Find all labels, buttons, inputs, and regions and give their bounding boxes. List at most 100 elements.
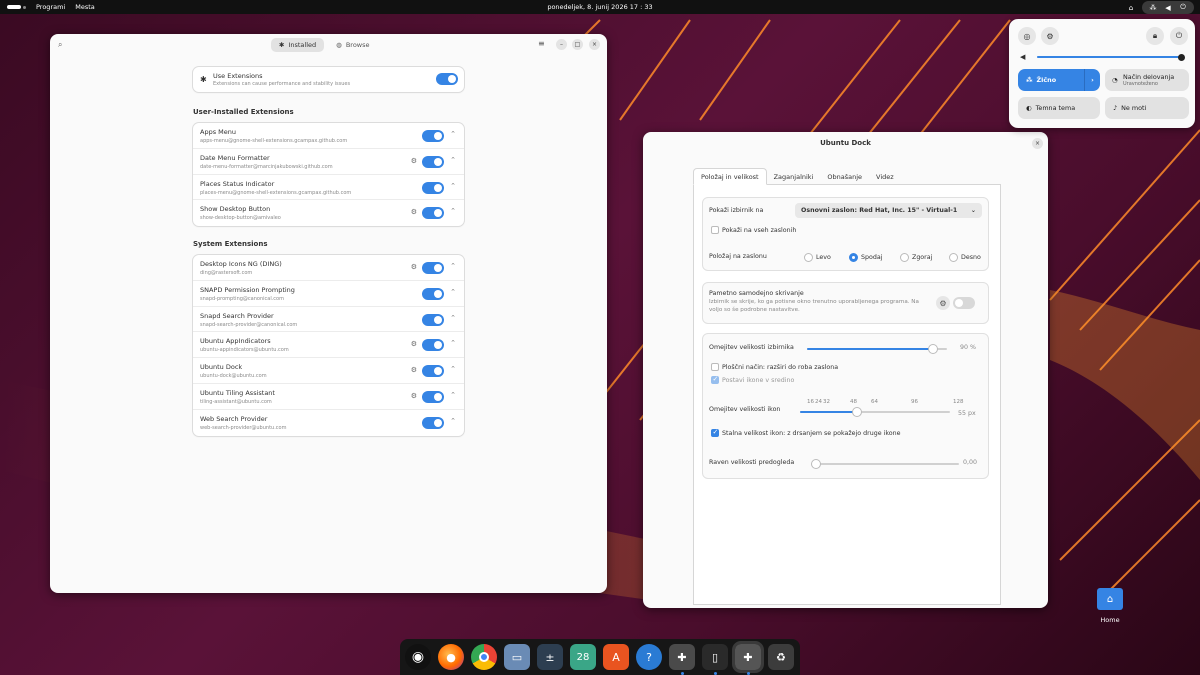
programs-menu[interactable]: Programi [36,3,65,11]
maximize-button[interactable]: □ [572,39,583,50]
chevron-right-icon[interactable]: › [1084,69,1100,91]
position-bottom-radio[interactable] [849,253,858,262]
extensions-icon[interactable]: ✚ [669,644,695,675]
chevron-up-icon[interactable]: ⌃ [450,365,456,373]
position-left-radio[interactable] [804,253,813,262]
chevron-up-icon[interactable]: ⌃ [450,207,456,215]
center-icons-checkbox[interactable] [711,375,719,384]
trash-icon[interactable]: ♻ [768,644,794,670]
show-desktop-icon[interactable]: ⌂ [1126,2,1136,13]
do-not-disturb-toggle[interactable]: ♪ Ne moti [1105,97,1189,119]
all-monitors-checkbox[interactable] [711,226,719,234]
close-button[interactable]: × [1032,138,1043,149]
tab-appearance[interactable]: Videz [869,168,901,185]
tab-installed[interactable]: ✱ Installed [271,38,325,52]
extension-row[interactable]: Places Status Indicator places-menu@gnome… [193,175,464,201]
calculator-icon[interactable]: ± [537,644,563,670]
icon-size-slider[interactable] [800,407,950,417]
menu-icon[interactable]: ≡ [538,39,545,48]
panel-mode-checkbox[interactable] [711,363,719,371]
extension-toggle[interactable] [422,181,444,194]
power-mode-toggle[interactable]: ◔ Način delovanja Uravnoteženo [1105,69,1189,91]
power-icon[interactable]: ⏻ [1170,27,1188,45]
gear-icon[interactable]: ⚙ [411,157,417,165]
extension-toggle[interactable] [422,207,444,220]
minimize-button[interactable]: – [556,39,567,50]
workspace-dot[interactable] [23,5,26,9]
extension-row[interactable]: SNAPD Permission Prompting snapd-promptin… [193,281,464,307]
help-icon[interactable]: ? [636,644,662,670]
lock-icon[interactable]: 🔒︎ [1146,27,1164,45]
fixed-icon-size-checkbox[interactable] [711,428,719,437]
chevron-up-icon[interactable]: ⌃ [450,339,456,347]
system-tray[interactable]: ⁂ ◀ ⏻ [1142,1,1194,14]
extension-row[interactable]: Ubuntu Dock ubuntu-dock@ubuntu.com ⚙ ⌃ [193,358,464,384]
chevron-up-icon[interactable]: ⌃ [450,130,456,138]
dock-size-slider[interactable] [807,344,947,354]
extension-row[interactable]: Show Desktop Button show-desktop-button@a… [193,200,464,226]
chevron-up-icon[interactable]: ⌃ [450,417,456,425]
gear-icon[interactable]: ⚙ [411,263,417,271]
extension-toggle[interactable] [422,416,444,429]
use-extensions-toggle[interactable] [436,73,458,85]
extension-row[interactable]: Web Search Provider web-search-provider@u… [193,410,464,436]
extension-toggle[interactable] [422,155,444,168]
chevron-up-icon[interactable]: ⌃ [450,314,456,322]
screenshot-icon[interactable]: ◎ [1018,27,1036,45]
files-icon[interactable]: ▭ [504,644,530,670]
extension-row[interactable]: Snapd Search Provider snapd-search-provid… [193,307,464,333]
position-top-radio[interactable] [900,253,909,262]
icon-size-knob[interactable] [852,407,862,417]
clock[interactable]: ponedeljek, 8. junij 2026 17 : 33 [547,3,652,11]
preview-size-slider[interactable] [811,459,959,469]
extension-row[interactable]: Apps Menu apps-menu@gnome-shell-extension… [193,123,464,149]
firefox-icon[interactable]: ● [438,644,464,670]
calendar-icon[interactable]: 28 [570,644,596,670]
extension-toggle[interactable] [422,130,444,142]
chevron-up-icon[interactable]: ⌃ [450,156,456,164]
chevron-up-icon[interactable]: ⌃ [450,391,456,399]
places-menu[interactable]: Mesta [75,3,95,11]
extensions-active-icon[interactable]: ✚ [732,641,764,675]
tab-behavior[interactable]: Obnašanje [820,168,869,185]
extension-toggle[interactable] [422,390,444,403]
extension-row[interactable]: Date Menu Formatter date-menu-formatter@m… [193,149,464,175]
usb-icon[interactable]: ▯ [702,644,728,675]
monitor-dropdown[interactable]: Osnovni zaslon: Red Hat, Inc. 15" - Virt… [795,203,982,218]
tab-position-size[interactable]: Položaj in velikost [693,168,767,185]
extension-row[interactable]: Desktop Icons NG (DING) ding@rastersoft.c… [193,255,464,281]
extension-toggle[interactable] [422,313,444,326]
home-folder[interactable]: ⌂ Home [1094,588,1126,624]
settings-icon[interactable]: ⚙ [1041,27,1059,45]
extension-row[interactable]: Ubuntu Tiling Assistant tiling-assistant@… [193,384,464,410]
chevron-up-icon[interactable]: ⌃ [450,182,456,190]
gear-icon[interactable]: ⚙ [411,366,417,374]
tab-browse[interactable]: ◍ Browse [328,38,377,52]
extension-toggle[interactable] [422,262,444,274]
chevron-up-icon[interactable]: ⌃ [450,288,456,296]
workspace-indicator[interactable] [7,5,21,9]
extension-toggle[interactable] [422,287,444,300]
volume-slider[interactable] [1037,53,1185,61]
position-right-radio[interactable] [949,253,958,262]
gear-icon[interactable]: ⚙ [936,296,950,310]
volume-knob[interactable] [1178,53,1185,61]
preview-size-knob[interactable] [811,459,821,469]
gear-icon[interactable]: ⚙ [411,208,417,216]
tab-launchers[interactable]: Zaganjalniki [767,168,821,185]
gear-icon[interactable]: ⚙ [411,340,417,348]
dock-size-knob[interactable] [928,344,938,354]
chrome-icon[interactable] [471,644,497,670]
extension-toggle[interactable] [422,339,444,352]
extension-toggle[interactable] [422,365,444,378]
chevron-up-icon[interactable]: ⌃ [450,262,456,270]
app-center-icon[interactable]: A [603,644,629,670]
extension-row[interactable]: Ubuntu AppIndicators ubuntu-appindicators… [193,332,464,359]
wired-network-toggle[interactable]: ⁂ Žično › [1018,69,1100,91]
gear-icon[interactable]: ⚙ [411,392,417,400]
dark-theme-toggle[interactable]: ◐ Temna tema [1018,97,1100,119]
search-icon[interactable]: ⌕ [58,40,62,50]
close-button[interactable]: × [589,39,600,50]
ubuntu-icon[interactable]: ◉ [405,644,431,670]
autohide-toggle[interactable] [953,297,975,309]
